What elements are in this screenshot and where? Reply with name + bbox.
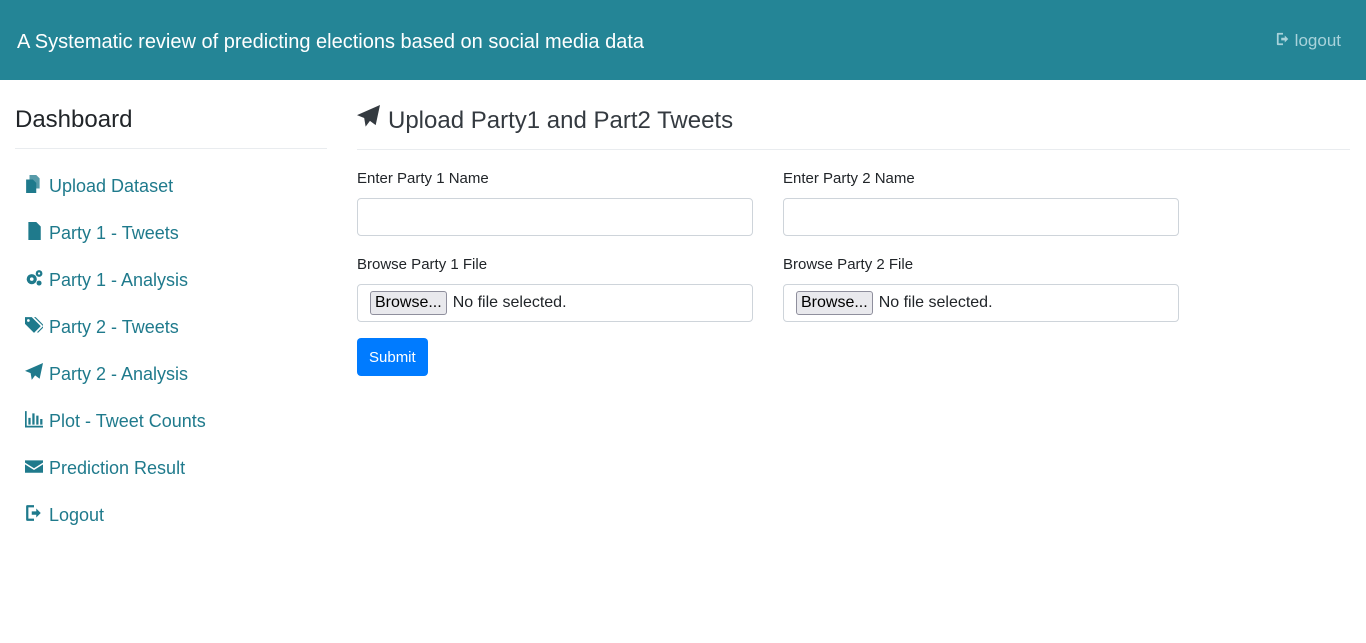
paper-plane-icon <box>357 105 380 136</box>
envelope-icon <box>25 457 43 480</box>
page-title-text: Upload Party1 and Part2 Tweets <box>388 106 734 134</box>
sidebar-item-label: Party 2 - Analysis <box>49 364 189 384</box>
sign-out-icon <box>1276 31 1290 51</box>
sign-out-icon <box>25 504 43 527</box>
sidebar-item-label: Plot - Tweet Counts <box>49 411 206 431</box>
party1-file-input[interactable]: Browse... No file selected. <box>357 284 753 322</box>
header-logout-label: logout <box>1294 31 1341 50</box>
file-icon <box>25 222 43 245</box>
party2-name-label: Enter Party 2 Name <box>783 170 915 187</box>
cogs-icon <box>25 269 43 292</box>
files-icon <box>25 175 43 198</box>
sidebar-item-party2-tweets[interactable]: Party 2 - Tweets <box>15 304 327 351</box>
paper-plane-icon <box>25 363 43 386</box>
party2-file-label: Browse Party 2 File <box>783 256 914 273</box>
party2-browse-button[interactable]: Browse... <box>796 291 873 315</box>
header-logout-link[interactable]: logout <box>1276 31 1341 51</box>
sidebar-item-label: Prediction Result <box>49 458 186 478</box>
sidebar-item-party1-analysis[interactable]: Party 1 - Analysis <box>15 257 327 304</box>
sidebar-item-party2-analysis[interactable]: Party 2 - Analysis <box>15 351 327 398</box>
party2-name-input[interactable] <box>783 198 1179 236</box>
party1-file-label: Browse Party 1 File <box>357 256 488 273</box>
sidebar-item-label: Logout <box>49 505 105 525</box>
party1-browse-button[interactable]: Browse... <box>370 291 447 315</box>
party2-file-group: Browse Party 2 File Browse... No file se… <box>783 256 1179 322</box>
submit-button[interactable]: Submit <box>357 338 428 376</box>
sidebar-item-label: Upload Dataset <box>49 176 174 196</box>
sidebar-item-label: Party 1 - Analysis <box>49 270 189 290</box>
party1-file-status: No file selected. <box>452 294 567 311</box>
sidebar-item-upload-dataset[interactable]: Upload Dataset <box>15 163 327 210</box>
sidebar-item-plot-tweet-counts[interactable]: Plot - Tweet Counts <box>15 398 327 445</box>
sidebar-item-label: Party 1 - Tweets <box>49 223 179 243</box>
main-content: Upload Party1 and Part2 Tweets Enter Par… <box>357 80 1350 376</box>
party1-name-group: Enter Party 1 Name <box>357 170 753 236</box>
upload-form: Enter Party 1 Name Enter Party 2 Name Br… <box>357 170 1350 376</box>
party1-name-input[interactable] <box>357 198 753 236</box>
tags-icon <box>25 316 45 339</box>
sidebar-item-logout[interactable]: Logout <box>15 492 327 539</box>
sidebar: Dashboard Upload Dataset Party 1 - Tweet… <box>15 80 327 539</box>
top-navbar: A Systematic review of predicting electi… <box>0 0 1366 80</box>
sidebar-item-label: Party 2 - Tweets <box>49 317 179 337</box>
page-title: Upload Party1 and Part2 Tweets <box>357 105 1350 150</box>
party2-name-group: Enter Party 2 Name <box>783 170 1179 236</box>
party2-file-input[interactable]: Browse... No file selected. <box>783 284 1179 322</box>
bar-chart-icon <box>25 410 43 433</box>
app-title: A Systematic review of predicting electi… <box>17 31 645 53</box>
sidebar-nav: Upload Dataset Party 1 - Tweets Party 1 … <box>15 163 327 539</box>
name-fields-row: Enter Party 1 Name Enter Party 2 Name <box>357 170 1350 236</box>
sidebar-heading: Dashboard <box>15 105 327 149</box>
party2-file-status: No file selected. <box>878 294 993 311</box>
sidebar-item-party1-tweets[interactable]: Party 1 - Tweets <box>15 210 327 257</box>
file-fields-row: Browse Party 1 File Browse... No file se… <box>357 256 1350 322</box>
party1-name-label: Enter Party 1 Name <box>357 170 489 187</box>
sidebar-item-prediction-result[interactable]: Prediction Result <box>15 445 327 492</box>
party1-file-group: Browse Party 1 File Browse... No file se… <box>357 256 753 322</box>
